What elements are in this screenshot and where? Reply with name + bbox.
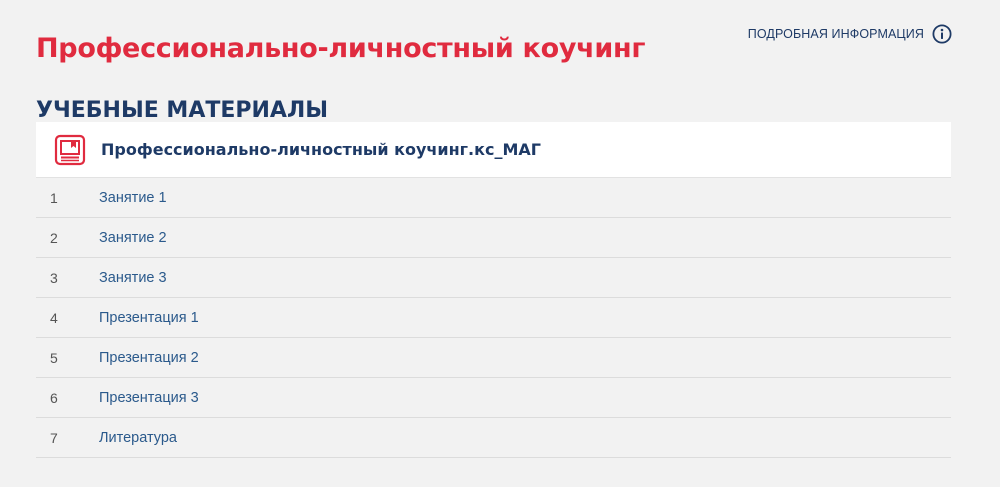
material-link[interactable]: Презентация 3	[99, 390, 199, 406]
row-number: 2	[50, 229, 58, 246]
list-item: 3 Занятие 3	[36, 258, 951, 298]
row-number: 4	[50, 309, 58, 326]
course-title: Профессионально-личностный коучинг.кс_МА…	[101, 140, 541, 159]
materials-list: 1 Занятие 1 2 Занятие 2 3 Занятие 3 4 Пр…	[36, 178, 951, 458]
book-icon	[54, 134, 86, 165]
list-item: 7 Литература	[36, 418, 951, 458]
list-item: 1 Занятие 1	[36, 178, 951, 218]
material-link[interactable]: Занятие 1	[99, 190, 167, 206]
row-number: 1	[50, 189, 58, 206]
more-info-link[interactable]: ПОДРОБНАЯ ИНФОРМАЦИЯ	[748, 24, 952, 44]
row-number: 6	[50, 389, 58, 406]
row-number: 5	[50, 349, 58, 366]
material-link[interactable]: Занятие 2	[99, 230, 167, 246]
material-link[interactable]: Занятие 3	[99, 270, 167, 286]
list-item: 4 Презентация 1	[36, 298, 951, 338]
row-number: 7	[50, 429, 58, 446]
page-title: Профессионально-личностный коучинг	[36, 33, 646, 65]
list-item: 2 Занятие 2	[36, 218, 951, 258]
list-item: 6 Презентация 3	[36, 378, 951, 418]
course-header: Профессионально-личностный коучинг.кс_МА…	[36, 122, 951, 178]
materials-panel: Профессионально-личностный коучинг.кс_МА…	[36, 122, 951, 458]
more-info-label: ПОДРОБНАЯ ИНФОРМАЦИЯ	[747, 27, 924, 41]
info-circle-icon[interactable]	[932, 24, 952, 44]
list-item: 5 Презентация 2	[36, 338, 951, 378]
material-link[interactable]: Презентация 1	[99, 310, 199, 326]
material-link[interactable]: Презентация 2	[99, 350, 199, 366]
material-link[interactable]: Литература	[99, 430, 177, 446]
row-number: 3	[50, 269, 58, 286]
